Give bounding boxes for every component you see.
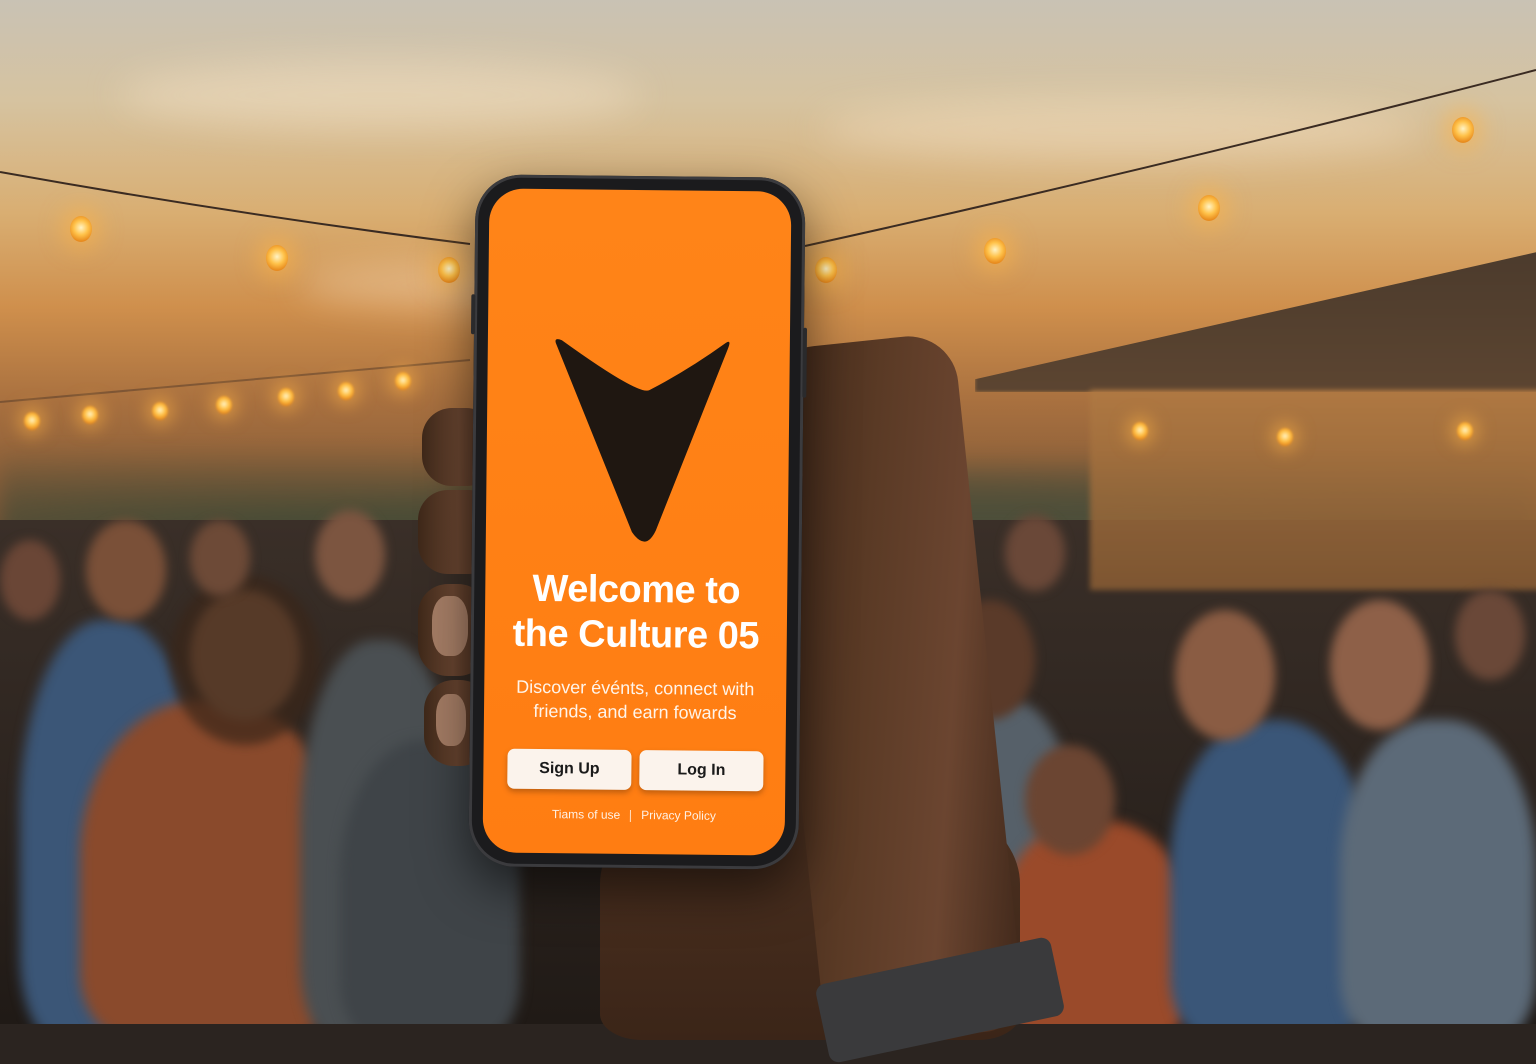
welcome-title-line-1: Welcome to xyxy=(532,567,741,613)
crowd-person-head xyxy=(1005,515,1065,591)
light-bulb xyxy=(395,372,411,390)
crowd-person xyxy=(1340,720,1536,1024)
fingernail xyxy=(436,694,466,746)
legal-links: Tiams of use Privacy Policy xyxy=(483,806,785,823)
light-bulb xyxy=(338,382,354,400)
legal-divider xyxy=(630,809,632,822)
crowd-person-head xyxy=(0,540,60,620)
subtitle-line-1: Discover événts, connect with xyxy=(516,676,755,700)
crowd-person-head xyxy=(190,520,250,596)
welcome-title: Welcome to the Culture 05 xyxy=(485,566,788,659)
phone-power-button xyxy=(802,327,808,398)
light-bulb xyxy=(1132,422,1148,440)
subtitle-line-2: friends, and earn fowards xyxy=(533,700,737,724)
light-bulb xyxy=(438,257,460,283)
sign-up-button[interactable]: Sign Up xyxy=(507,748,632,790)
crowd-person-head xyxy=(1330,600,1430,730)
light-bulb xyxy=(815,257,837,283)
light-bulb xyxy=(984,238,1006,264)
fingernail xyxy=(432,596,468,656)
privacy-policy-link[interactable]: Privacy Policy xyxy=(641,808,716,823)
crowd-person-head xyxy=(1175,610,1275,740)
light-bulb xyxy=(216,396,232,414)
light-bulb xyxy=(1198,195,1220,221)
light-bulb xyxy=(1457,422,1473,440)
light-bulb xyxy=(152,402,168,420)
light-bulb xyxy=(1452,117,1474,143)
light-bulb xyxy=(278,388,294,406)
crowd-person-head xyxy=(315,510,385,600)
light-bulb xyxy=(1277,428,1293,446)
welcome-title-line-2: the Culture 05 xyxy=(512,612,760,658)
crowd-person-head xyxy=(1025,745,1115,855)
app-welcome-screen: Welcome to the Culture 05 Discover évént… xyxy=(482,188,792,856)
light-bulb xyxy=(24,412,40,430)
smartphone: Welcome to the Culture 05 Discover évént… xyxy=(468,174,808,870)
light-bulb xyxy=(82,406,98,424)
crowd-person-hair xyxy=(170,575,320,745)
phone-side-button xyxy=(470,294,476,335)
crowd-person-head xyxy=(1455,590,1525,680)
welcome-subtitle: Discover événts, connect with friends, a… xyxy=(500,675,770,726)
light-bulb xyxy=(70,216,92,242)
terms-of-use-link[interactable]: Tiams of use xyxy=(552,807,620,822)
light-bulb xyxy=(266,245,288,271)
arrowhead-logo-icon xyxy=(555,339,730,542)
log-in-button[interactable]: Log In xyxy=(639,750,764,792)
crowd-person-head xyxy=(86,520,166,620)
